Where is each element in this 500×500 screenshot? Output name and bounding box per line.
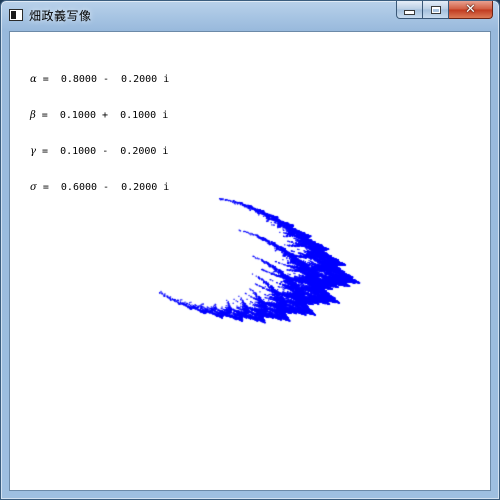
parameter-sigma: σ = 0.6000 - 0.2000 i [30,182,169,194]
parameter-gamma: γ = 0.1000 - 0.2000 i [30,146,169,158]
window-app-icon[interactable] [9,9,23,21]
maximize-icon [431,6,441,14]
sigma-symbol: σ [30,182,37,193]
caption-buttons: ✕ [396,1,493,20]
close-icon: ✕ [465,3,476,16]
minimize-icon [404,10,415,15]
gamma-value: = 0.1000 - 0.2000 i [36,146,168,157]
close-button[interactable]: ✕ [449,1,493,19]
minimize-button[interactable] [396,1,423,19]
title-bar[interactable]: 畑政義写像 ✕ [1,1,499,31]
sigma-value: = 0.6000 - 0.2000 i [37,182,169,193]
client-area: α = 0.8000 - 0.2000 i β = 0.1000 + 0.100… [9,31,491,491]
window-title: 畑政義写像 [29,7,92,24]
app-window: 畑政義写像 ✕ α = 0.8000 - 0.2000 i β = 0.1000… [0,0,500,500]
parameter-list: α = 0.8000 - 0.2000 i β = 0.1000 + 0.100… [30,50,169,218]
parameter-alpha: α = 0.8000 - 0.2000 i [30,74,169,86]
maximize-button[interactable] [423,1,449,19]
beta-value: = 0.1000 + 0.1000 i [36,110,168,121]
alpha-symbol: α [30,74,37,85]
parameter-beta: β = 0.1000 + 0.1000 i [30,110,169,122]
alpha-value: = 0.8000 - 0.2000 i [37,74,169,85]
